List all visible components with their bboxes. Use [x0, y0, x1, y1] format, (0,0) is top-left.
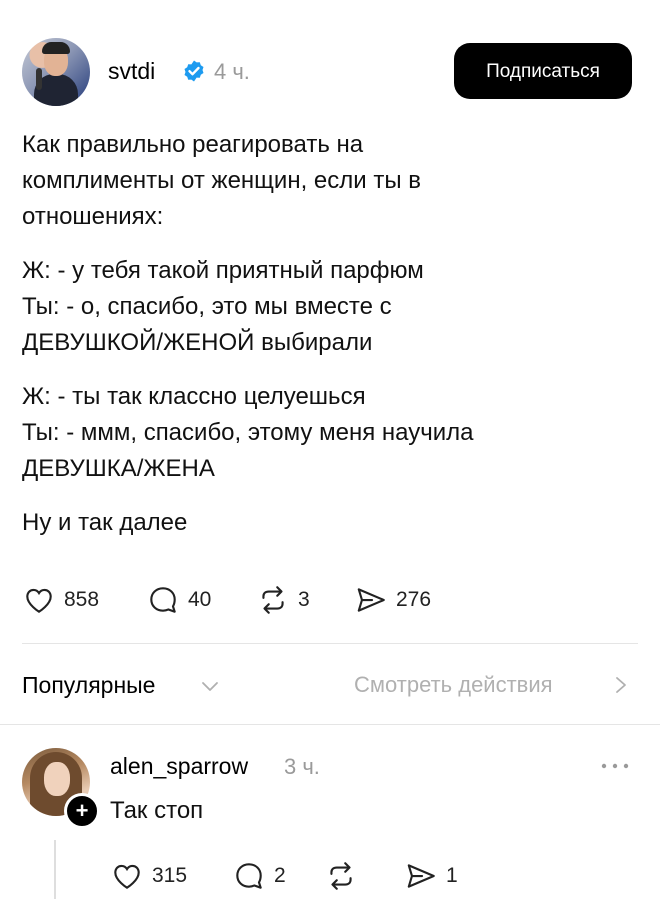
- thread-line: [54, 840, 56, 899]
- comment-actions: 315 2 1: [110, 856, 610, 896]
- repost-count: 3: [298, 588, 310, 611]
- post-line: Ты: - ммм, спасибо, этому меня научила: [22, 419, 474, 446]
- post-paragraph: Ж: - ты так классно целуешься Ты: - ммм,…: [22, 379, 622, 487]
- comment-username[interactable]: alen_sparrow: [110, 751, 248, 781]
- comment-button[interactable]: 40: [146, 580, 211, 620]
- post-line: Ну и так далее: [22, 509, 188, 536]
- verified-icon: [184, 60, 204, 82]
- like-button[interactable]: 858: [22, 580, 99, 620]
- post-line: ДЕВУШКА/ЖЕНА: [22, 455, 215, 482]
- divider: [0, 724, 660, 725]
- comment-like-button[interactable]: 315: [110, 856, 187, 896]
- post-line: комплименты от женщин, если ты в: [22, 167, 421, 194]
- view-actions-link[interactable]: Смотреть действия: [354, 668, 553, 702]
- share-button[interactable]: 276: [354, 580, 431, 620]
- comment-reply-count: 2: [274, 864, 286, 887]
- comment-repost-button[interactable]: [324, 856, 366, 896]
- post-line: ДЕВУШКОЙ/ЖЕНОЙ выбирали: [22, 329, 373, 356]
- comment-icon: [236, 863, 262, 889]
- avatar-hair: [42, 42, 70, 54]
- comment-share-count: 1: [446, 864, 458, 887]
- post-paragraph: Как правильно реагировать на комплименты…: [22, 127, 622, 235]
- repost-icon: [330, 862, 352, 890]
- chevron-right-icon[interactable]: [610, 673, 632, 697]
- post-line: Ты: - о, спасибо, это мы вместе с: [22, 293, 392, 320]
- avatar[interactable]: [22, 38, 90, 106]
- divider: [22, 643, 638, 644]
- comment-text: Так стоп: [110, 797, 204, 824]
- comment-reply-button[interactable]: 2: [232, 856, 286, 896]
- post-line: отношениях:: [22, 203, 164, 230]
- plus-icon[interactable]: +: [64, 793, 100, 829]
- repost-icon: [262, 586, 284, 614]
- post-body: Как правильно реагировать на комплименты…: [22, 127, 622, 559]
- subscribe-button[interactable]: Подписаться: [454, 43, 632, 99]
- avatar-face: [44, 762, 70, 796]
- comment-time: 3 ч.: [284, 754, 320, 779]
- sort-dropdown[interactable]: Популярные: [22, 668, 155, 702]
- chevron-down-icon[interactable]: [198, 674, 222, 698]
- share-icon: [357, 588, 385, 612]
- post-line: Как правильно реагировать на: [22, 131, 364, 158]
- heart-icon: [114, 864, 140, 889]
- post-paragraph: Ж: - у тебя такой приятный парфюм Ты: - …: [22, 253, 622, 361]
- post-header: svtdi 4 ч. Подписаться: [22, 38, 632, 106]
- post-line: Ж: - ты так классно целуешься: [22, 383, 366, 410]
- repost-button[interactable]: 3: [256, 580, 310, 620]
- post-username[interactable]: svtdi: [108, 56, 155, 86]
- more-icon[interactable]: [598, 756, 632, 776]
- post-paragraph: Ну и так далее: [22, 505, 622, 541]
- post-line: Ж: - у тебя такой приятный парфюм: [22, 257, 424, 284]
- like-count: 858: [64, 588, 100, 611]
- avatar-mic: [36, 68, 42, 90]
- comment-like-count: 315: [152, 864, 188, 887]
- post-time: 4 ч.: [214, 59, 250, 84]
- share-count: 276: [396, 588, 432, 611]
- heart-icon: [26, 588, 52, 613]
- comment-icon: [150, 587, 176, 613]
- comment-share-button[interactable]: 1: [404, 856, 458, 896]
- comment-count: 40: [188, 588, 212, 611]
- post-actions: 858 40 3 276: [22, 580, 622, 620]
- share-icon: [407, 864, 435, 888]
